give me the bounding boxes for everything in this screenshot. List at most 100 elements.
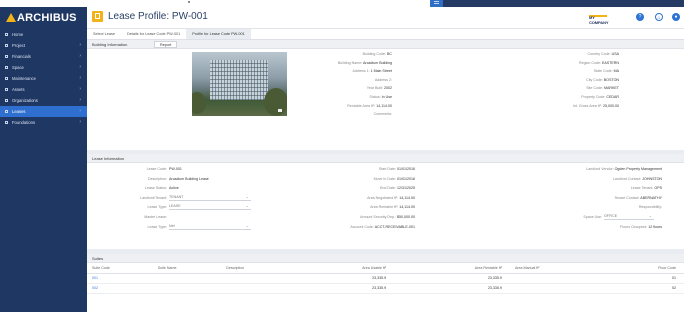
field-value: PW-001 — [169, 167, 182, 171]
field-value: 25,000.00 — [603, 103, 619, 108]
field-value: ABERNATHY — [640, 195, 662, 200]
table-cell — [509, 283, 596, 294]
field-label: Floors Occupied: — [620, 224, 649, 229]
column-header[interactable]: Floor Code — [595, 263, 684, 274]
select-value: TENANT — [169, 194, 184, 199]
logo[interactable]: ARCHIBUS — [0, 7, 87, 29]
field: Tenant Contact: ABERNATHY — [614, 196, 662, 200]
field-label: Comments: — [373, 112, 392, 117]
field: Start Date: 01/01/2016 — [379, 167, 415, 171]
field: Lease Code: PW-001 — [87, 167, 277, 171]
chevron-down-icon: ⌄ — [245, 222, 249, 228]
sidebar-item-assets[interactable]: Assets › — [0, 84, 87, 95]
table-cell[interactable]: 002 — [87, 283, 153, 294]
chevron-right-icon: › — [79, 119, 81, 125]
column-header[interactable]: Area Manual ft² — [509, 263, 596, 274]
field-label: Building Code: — [362, 52, 387, 56]
select-field[interactable]: TENANT ⌄ — [169, 193, 251, 201]
field: Year Built: 2002 — [367, 86, 392, 90]
chevron-down-icon: ⌄ — [648, 213, 652, 218]
field-value: BC — [387, 52, 392, 56]
field: End Date: 12/31/2025 — [380, 186, 415, 190]
field-value: CEDAR — [606, 95, 619, 99]
field: Rentable Area ft²: 14,114.00 — [347, 104, 392, 108]
user-icon[interactable]: ● — [672, 13, 680, 21]
column-header[interactable]: Description — [221, 263, 288, 274]
crumb-details[interactable]: Details for Lease Code PW-001 — [121, 29, 186, 39]
field-value: EASTERN — [602, 60, 619, 65]
crumb-profile[interactable]: Profile for Lease Code PW-001 — [186, 29, 251, 39]
field: Address 1: 1 Main Street — [352, 69, 392, 73]
field-label: City Code: — [586, 77, 604, 82]
field-label: Account Code: — [350, 224, 375, 229]
sidebar-item-maintenance[interactable]: Maintenance › — [0, 73, 87, 84]
field-value: OPS — [654, 186, 662, 191]
crumb-select-lease[interactable]: Select Lease — [87, 29, 121, 39]
sidebar-item-label: Project — [12, 43, 26, 48]
select-field[interactable]: LEASE ⌄ — [169, 203, 251, 211]
field-label: Area Rentable ft²: — [370, 205, 400, 210]
sidebar-item-space[interactable]: Space › — [0, 62, 87, 73]
chevron-right-icon: › — [79, 64, 81, 70]
camera-icon[interactable] — [278, 109, 282, 112]
space-use-select[interactable]: OFFICE ⌄ — [604, 213, 654, 220]
field: Int. Gross Area ft²: 25,000.00 — [573, 104, 619, 108]
help-icon[interactable]: ? — [636, 13, 644, 21]
column-header[interactable]: Suite Name — [152, 263, 222, 274]
field-label: Start Date: — [378, 167, 397, 171]
field-label: Address 1: — [352, 69, 371, 74]
field-value[interactable]: 14,114.00 — [376, 104, 392, 108]
field-label: Master Lease: — [144, 215, 167, 219]
report-button[interactable]: Report — [154, 41, 178, 48]
field-label: Responsibility: — [638, 205, 662, 210]
field-label: Site Code: — [586, 86, 605, 91]
chevron-down-icon: ⌄ — [245, 193, 249, 199]
table-row[interactable]: 001 23,335.9 23,335.9 01 — [87, 273, 684, 284]
sidebar-item-label: Space — [12, 65, 24, 70]
table-cell: 23,335.9 — [287, 283, 395, 294]
suites-table: Suite Code Suite Name Description Area Usab… — [87, 263, 684, 294]
field: Area Negotiated ft²: 14,114.00 — [367, 196, 415, 200]
sidebar-item-financials[interactable]: Financials › — [0, 51, 87, 62]
sidebar-item-label: Home — [12, 32, 24, 37]
field-value: In Use — [381, 95, 392, 99]
sidebar-item-foundations[interactable]: Foundations › — [0, 117, 87, 128]
table-row[interactable]: 002 23,335.9 23,335.9 02 — [87, 283, 684, 294]
field-value: USA — [611, 52, 619, 56]
table-cell — [221, 273, 288, 284]
field-label: Lease Type: — [147, 205, 167, 210]
field-value: 2002 — [384, 86, 392, 91]
field-label: Landlord/Tenant: — [140, 195, 167, 200]
field-label: Lease Type: — [147, 224, 167, 229]
sidebar-item-leases[interactable]: Leases › — [0, 106, 87, 117]
select-field[interactable]: Net ⌄ — [169, 222, 251, 230]
field-label: Address 2: — [374, 77, 392, 82]
foundations-icon — [5, 121, 8, 124]
wrench-icon — [5, 77, 8, 80]
column-header[interactable]: Suite Code — [87, 263, 153, 274]
sidebar-item-organizations[interactable]: Organizations › — [0, 95, 87, 106]
field-label: State Code: — [593, 69, 614, 74]
window-tab[interactable] — [430, 0, 443, 7]
column-header[interactable]: Area Usable ft² — [287, 263, 395, 274]
field-value: 14,114.00 — [399, 205, 415, 210]
field-value: ACCT-RECEIVABLE-001 — [374, 224, 415, 229]
sidebar-item-home[interactable]: Home — [0, 29, 87, 40]
company-logo: MY COMPANY — [589, 14, 609, 25]
field: Lease Status: Active — [87, 186, 277, 190]
field: Property Code: CEDAR — [581, 95, 619, 99]
table-cell — [152, 273, 222, 284]
suites-heading: Suites — [87, 254, 684, 263]
column-header[interactable]: Area Rentable ft² — [394, 263, 510, 274]
home-icon[interactable]: ⌂ — [655, 13, 663, 21]
field-value: Ogden Property Management — [614, 167, 662, 171]
breadcrumb: Select Lease Details for Lease Code PW-0… — [87, 29, 684, 40]
field-value: $50,000.00 — [397, 215, 415, 219]
chevron-right-icon: › — [79, 97, 81, 103]
sidebar-item-project[interactable]: Project › — [0, 40, 87, 51]
table-cell[interactable]: 001 — [87, 273, 153, 284]
select-value: OFFICE — [604, 214, 618, 218]
field: Landlord Vendor: Ogden Property Manageme… — [586, 167, 662, 171]
table-cell: 23,335.9 — [394, 283, 510, 294]
field: Account Code: ACCT-RECEIVABLE-001 — [350, 225, 415, 229]
